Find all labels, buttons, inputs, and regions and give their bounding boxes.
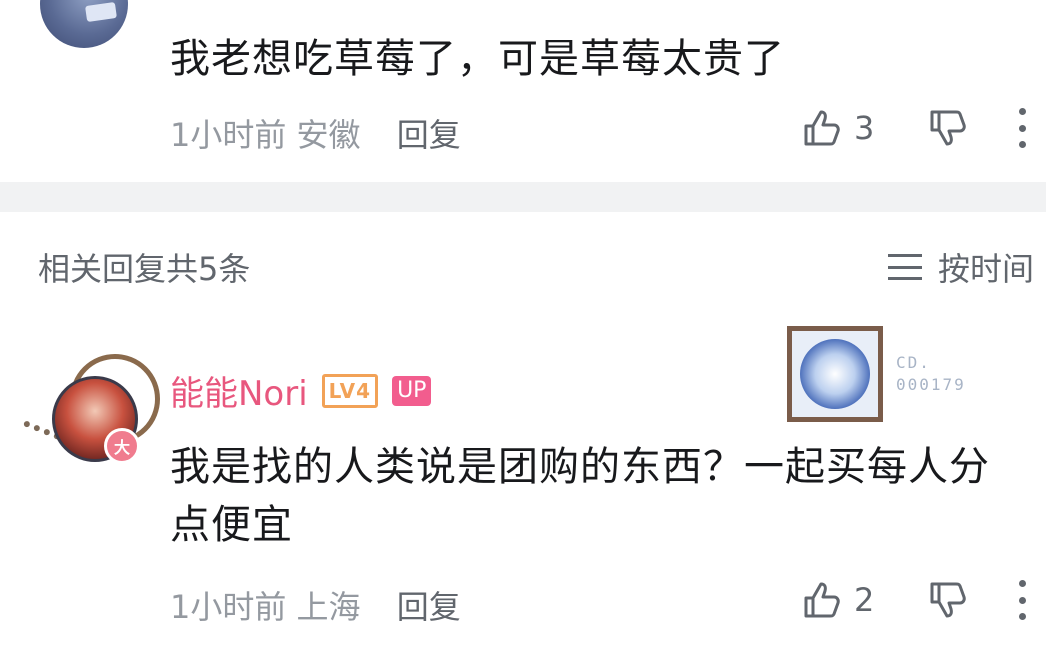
reply-button[interactable]: 回复 [397, 588, 461, 626]
comment-time: 1小时前 [170, 116, 287, 154]
like-button[interactable]: 2 [800, 578, 874, 622]
more-options-icon[interactable] [1016, 580, 1028, 620]
comment-time: 1小时前 [170, 588, 287, 626]
like-count: 2 [854, 581, 875, 619]
comment-text: 我老想吃草莓了，可是草莓太贵了 [170, 36, 785, 82]
username-row: 能能Nori LV4 UP [170, 366, 432, 415]
avatar-with-frame[interactable]: 大 [22, 352, 160, 464]
like-button[interactable]: 3 [800, 106, 874, 150]
thumbs-up-icon [800, 106, 844, 150]
avatar[interactable] [40, 0, 128, 48]
section-divider [0, 182, 1046, 212]
up-badge: UP [392, 375, 432, 406]
replies-count-title: 相关回复共5条 [38, 250, 251, 288]
comment-meta: 1小时前 上海 回复 [170, 582, 461, 628]
more-options-icon[interactable] [1016, 108, 1028, 148]
decoration-number: CD. 000179 [896, 352, 966, 396]
comment-meta: 1小时前 安徽 回复 [170, 110, 461, 156]
decoration-number-line1: CD. [896, 353, 931, 372]
sort-icon [888, 254, 922, 280]
thumbs-down-icon [926, 106, 970, 150]
sort-button[interactable]: 按时间 [888, 244, 1034, 290]
comment-location: 上海 [296, 588, 361, 626]
level-badge: LV4 [321, 373, 379, 408]
avatar-badge: 大 [104, 428, 140, 464]
decoration-image [800, 339, 870, 409]
reply-button[interactable]: 回复 [397, 116, 461, 154]
decoration-number-line2: 000179 [896, 375, 966, 394]
thumbs-up-icon [800, 578, 844, 622]
comment-location: 安徽 [296, 116, 361, 154]
like-count: 3 [854, 109, 875, 147]
comment-text: 我是找的人类说是团购的东西？一起买每人分点便宜 [170, 444, 990, 548]
dislike-button[interactable] [926, 106, 970, 150]
dislike-button[interactable] [926, 578, 970, 622]
sort-label: 按时间 [938, 250, 1035, 288]
username[interactable]: 能能Nori [170, 366, 308, 415]
thumbs-down-icon [926, 578, 970, 622]
fan-decoration-card[interactable] [787, 326, 883, 422]
